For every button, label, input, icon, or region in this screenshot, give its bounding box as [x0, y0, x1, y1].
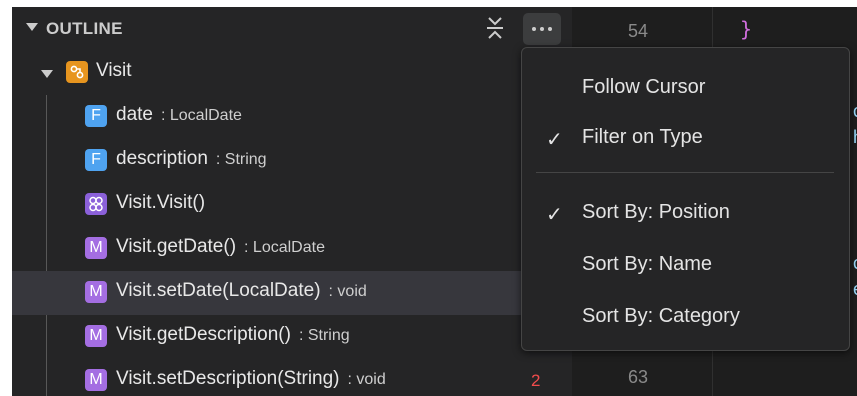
menu-item-label: Follow Cursor — [582, 76, 706, 98]
checkmark-icon: ✓ — [546, 127, 563, 151]
menu-item-label: Sort By: Position — [582, 201, 730, 223]
chevron-down-icon[interactable] — [41, 70, 53, 78]
menu-item-sort-by-category[interactable]: Sort By: Category — [522, 297, 849, 335]
constructor-icon — [85, 193, 107, 215]
line-number: 54 — [628, 21, 649, 41]
method-icon: M — [85, 369, 107, 391]
menu-item-label: Sort By: Category — [582, 305, 740, 327]
outline-item[interactable]: M Visit.getDescription() : String — [12, 315, 572, 359]
checkmark-icon: ✓ — [546, 202, 563, 226]
outline-item-detail: : LocalDate — [160, 107, 242, 124]
field-icon: F — [85, 149, 107, 171]
outline-root-item[interactable]: Visit — [12, 51, 572, 95]
code-fragment: h — [853, 127, 857, 148]
outline-item-label: date — [116, 104, 153, 125]
outline-item-detail: : void — [347, 371, 386, 388]
outline-item[interactable]: Visit.Visit() — [12, 183, 572, 227]
outline-item-detail: : void — [328, 283, 367, 300]
code-fragment: c — [853, 101, 857, 122]
method-icon: M — [85, 325, 107, 347]
line-number: 63 — [628, 367, 649, 387]
chevron-down-icon[interactable] — [26, 23, 38, 31]
code-fragment: c — [853, 253, 857, 274]
outline-item-detail: : String — [298, 327, 350, 344]
outline-item[interactable]: F description : String — [12, 139, 572, 183]
menu-item-label: Sort By: Name — [582, 253, 713, 275]
method-icon: M — [85, 281, 107, 303]
outline-item-label: Visit.setDate(LocalDate) — [116, 280, 321, 301]
outline-item[interactable]: F date : LocalDate — [12, 95, 572, 139]
outline-item-label: Visit.Visit() — [116, 192, 206, 213]
outline-item[interactable]: M Visit.setDescription(String) : void 2 — [12, 359, 572, 396]
menu-item-label: Filter on Type — [582, 126, 703, 148]
more-actions-button[interactable] — [523, 13, 561, 45]
outline-item-detail: : String — [215, 151, 267, 168]
outline-item-label: Visit.getDate() — [116, 236, 237, 257]
outline-root-label: Visit — [96, 60, 132, 81]
menu-separator — [536, 172, 834, 173]
outline-panel: OUTLINE Visit F date: LocalDate F descr… — [12, 7, 572, 396]
method-icon: M — [85, 237, 107, 259]
outline-item[interactable]: M Visit.getDate() : LocalDate — [12, 227, 572, 271]
problem-count-badge: 2 — [531, 371, 541, 390]
code-brace: } — [740, 17, 753, 41]
outline-item-label: Visit.setDescription(String) — [116, 368, 340, 389]
menu-item-follow-cursor[interactable]: Follow Cursor — [522, 68, 849, 106]
outline-options-menu: Follow Cursor ✓ Filter on Type ✓ Sort By… — [521, 47, 850, 351]
outline-title: OUTLINE — [46, 19, 123, 38]
collapse-all-icon[interactable] — [486, 17, 504, 39]
menu-item-filter-on-type[interactable]: ✓ Filter on Type — [522, 118, 849, 156]
field-icon: F — [85, 105, 107, 127]
outline-item-label: Visit.getDescription() — [116, 324, 291, 345]
outline-item-hovered[interactable]: M Visit.setDate(LocalDate) : void — [12, 271, 572, 315]
menu-item-sort-by-name[interactable]: Sort By: Name — [522, 245, 849, 283]
outline-header[interactable]: OUTLINE — [12, 7, 572, 51]
class-icon — [66, 61, 88, 83]
code-fragment: e — [853, 279, 857, 300]
outline-view-frame: OUTLINE Visit F date: LocalDate F descr… — [12, 7, 857, 396]
menu-item-sort-by-position[interactable]: ✓ Sort By: Position — [522, 193, 849, 231]
outline-item-label: description — [116, 148, 208, 169]
outline-item-detail: : LocalDate — [244, 239, 325, 256]
